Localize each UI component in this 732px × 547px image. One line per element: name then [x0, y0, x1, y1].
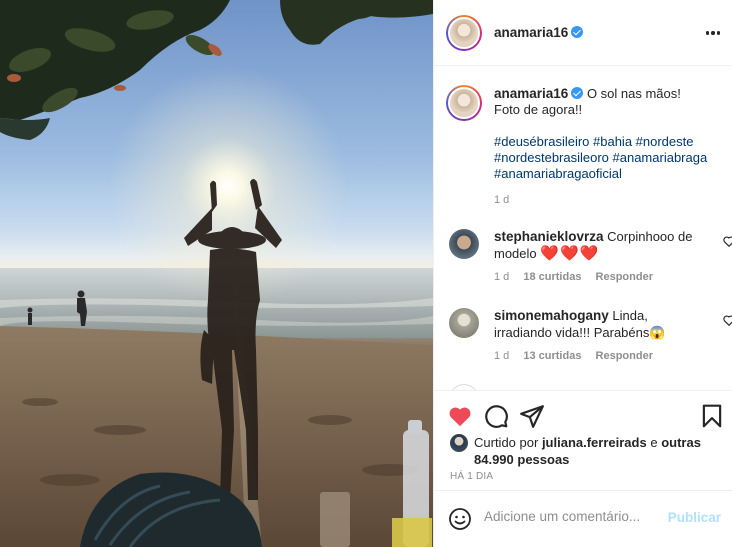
caption-username[interactable]: anamaria16 — [494, 86, 568, 101]
liker-avatar[interactable] — [450, 434, 468, 452]
verified-badge-icon — [571, 87, 584, 99]
comment-likes[interactable]: 13 curtidas — [523, 350, 581, 362]
comment-emoji: ❤️❤️❤️ — [540, 245, 600, 262]
add-comment-bar: Publicar — [434, 490, 732, 547]
share-icon[interactable] — [519, 403, 545, 429]
caption-timestamp[interactable]: 1 d — [494, 194, 509, 206]
verified-badge-icon — [571, 26, 584, 38]
author-username[interactable]: anamaria16 — [494, 25, 568, 40]
post-actions: Curtido por juliana.ferreirads e outras … — [434, 390, 732, 490]
comment-time: 1 d — [494, 350, 510, 362]
post-timestamp[interactable]: HÁ 1 DIA — [450, 471, 493, 482]
caption-hashtags-line1[interactable]: #deusébrasileiro #bahia #nordeste — [494, 134, 693, 149]
comment-reply-button[interactable]: Responder — [596, 271, 653, 283]
emoji-icon[interactable] — [448, 507, 472, 531]
comment-like-heart-icon[interactable] — [722, 313, 732, 327]
caption-avatar[interactable] — [446, 85, 482, 121]
comment-icon[interactable] — [483, 403, 509, 429]
comment-emoji: 😱 — [649, 325, 666, 340]
likes-middle: e — [650, 435, 658, 450]
more-options-icon[interactable] — [703, 24, 723, 42]
likes-prefix: Curtido por — [474, 435, 539, 450]
commenter-avatar[interactable] — [449, 229, 479, 259]
publish-button[interactable]: Publicar — [668, 510, 721, 525]
comment-username[interactable]: stephanieklovrza — [494, 229, 604, 244]
caption-hashtags-line2[interactable]: #nordestebrasileoro #anamariabraga — [494, 150, 707, 165]
post-header: anamaria16 — [434, 0, 732, 66]
comment-reply-button[interactable]: Responder — [596, 350, 653, 362]
comment-input[interactable] — [484, 509, 664, 524]
comment-username[interactable]: simonemahogany — [494, 308, 609, 323]
beach-sunset-photo — [0, 0, 433, 547]
caption-text-line2: Foto de agora!! — [494, 102, 583, 117]
comment-like-heart-icon[interactable] — [722, 234, 732, 248]
liker-username[interactable]: juliana.ferreirads — [542, 435, 647, 450]
caption-text-line1: O sol nas mãos! — [586, 86, 681, 101]
liked-heart-icon[interactable] — [447, 403, 473, 429]
post-details-panel: anamaria16 anamaria16 O sol nas mãos! Fo… — [433, 0, 732, 547]
caption-hashtags-line3[interactable]: #anamariabragaoficial — [494, 166, 622, 181]
comment-time: 1 d — [494, 271, 510, 283]
save-bookmark-icon[interactable] — [699, 403, 725, 429]
commenter-avatar[interactable] — [449, 308, 479, 338]
author-avatar[interactable] — [446, 14, 482, 51]
comments-list[interactable]: anamaria16 O sol nas mãos! Foto de agora… — [434, 67, 732, 390]
comment-likes[interactable]: 18 curtidas — [523, 271, 581, 283]
post-photo[interactable] — [0, 0, 433, 547]
